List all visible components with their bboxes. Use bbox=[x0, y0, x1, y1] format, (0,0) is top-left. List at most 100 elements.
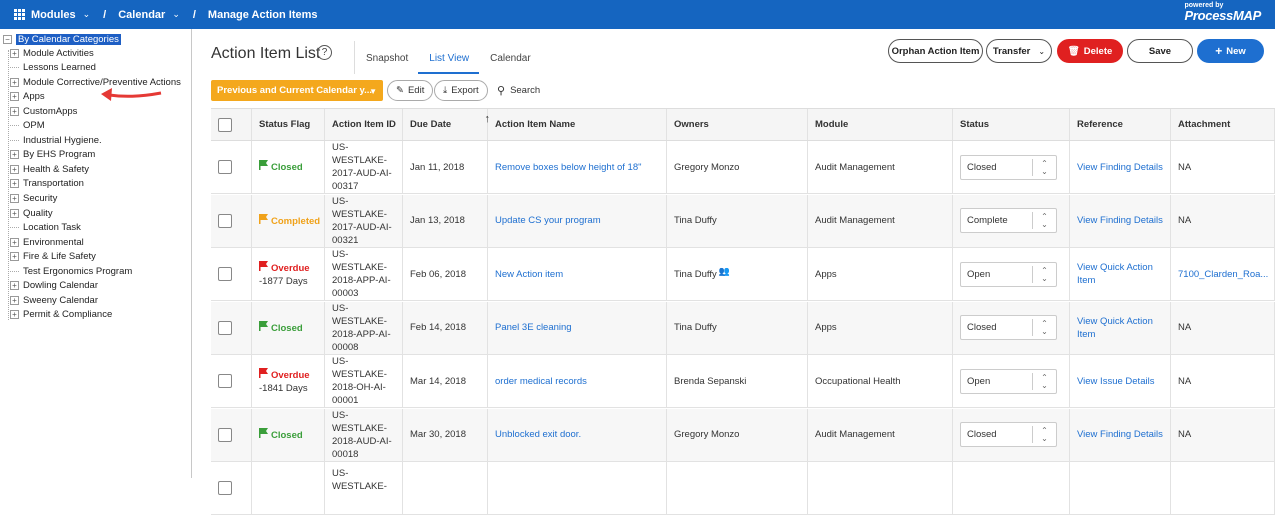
action-item-name-link[interactable]: Update CS your program bbox=[488, 194, 667, 247]
tree-item[interactable]: + Health & Safety bbox=[10, 162, 89, 176]
status-select[interactable]: Open ⌃ ⌄ bbox=[960, 261, 1057, 287]
tree-item[interactable]: + Transportation bbox=[10, 177, 84, 191]
calendar-year-filter-select[interactable]: Previous and Current Calendar y... ▼ bbox=[211, 80, 383, 101]
expand-icon[interactable]: + bbox=[10, 77, 19, 87]
row-checkbox[interactable] bbox=[218, 427, 232, 442]
tree-root[interactable]: − By Calendar Categories bbox=[3, 32, 121, 46]
expand-icon[interactable]: + bbox=[10, 310, 19, 320]
row-checkbox[interactable] bbox=[218, 374, 232, 388]
new-button[interactable]: + New bbox=[1197, 39, 1264, 63]
column-header[interactable]: Module bbox=[808, 109, 953, 140]
tree-item[interactable]: + By EHS Program bbox=[10, 148, 95, 162]
expand-icon[interactable]: + bbox=[10, 179, 19, 189]
table-row[interactable]: US-WESTLAKE- bbox=[211, 462, 1275, 515]
expand-icon[interactable]: + bbox=[10, 164, 19, 174]
status-select[interactable]: Complete ⌃ ⌄ bbox=[960, 208, 1057, 233]
tree-item[interactable]: Test Ergonomics Program bbox=[10, 264, 132, 278]
reference-link[interactable]: View Finding Details bbox=[1070, 408, 1171, 461]
orphan-action-item-button[interactable]: Orphan Action Item bbox=[888, 39, 983, 63]
save-button[interactable]: Save bbox=[1127, 39, 1193, 63]
row-checkbox[interactable] bbox=[218, 213, 232, 228]
status-select[interactable]: Open ⌃ ⌄ bbox=[960, 368, 1057, 394]
expand-icon[interactable]: + bbox=[10, 281, 19, 291]
tree-item-label: Industrial Hygiene. bbox=[23, 134, 102, 146]
search-button[interactable]: ⚲ Search bbox=[497, 84, 540, 97]
tree-item[interactable]: + Permit & Compliance bbox=[10, 308, 112, 322]
column-header[interactable]: Owners bbox=[667, 109, 808, 140]
tree-item[interactable]: + CustomApps bbox=[10, 104, 77, 118]
tree-item[interactable]: Location Task bbox=[10, 221, 81, 235]
apps-grid-icon[interactable] bbox=[14, 9, 25, 20]
action-item-name-link[interactable]: Panel 3E cleaning bbox=[488, 301, 667, 354]
action-item-name-link[interactable]: order medical records bbox=[488, 355, 667, 407]
table-row[interactable]: Closed US-WESTLAKE- 2018-AUD-AI- 00018 Mar… bbox=[211, 408, 1275, 462]
reference-link[interactable]: View Finding Details bbox=[1070, 194, 1171, 247]
expand-icon[interactable]: + bbox=[10, 295, 19, 305]
edit-button[interactable]: ✎ Edit bbox=[387, 80, 434, 101]
table-row[interactable]: Overdue -1877 Days US-WESTLAKE- 2018-APP-A… bbox=[211, 248, 1275, 301]
delete-button[interactable]: 🗑 Delete bbox=[1057, 39, 1123, 63]
reference-link[interactable] bbox=[1070, 462, 1171, 514]
tab-list-view[interactable]: List View bbox=[418, 41, 480, 74]
table-row[interactable]: Overdue -1841 Days US-WESTLAKE- 2018-OH-AI… bbox=[211, 355, 1275, 408]
expand-icon[interactable]: + bbox=[10, 150, 19, 160]
column-header[interactable]: Due Date ↑ bbox=[403, 109, 490, 140]
status-select[interactable]: Closed ⌃ ⌄ bbox=[960, 422, 1057, 447]
row-checkbox[interactable] bbox=[218, 481, 232, 495]
export-button[interactable]: ⤓ Export bbox=[434, 80, 488, 101]
expand-icon[interactable]: + bbox=[10, 48, 19, 58]
tree-item[interactable]: + Quality bbox=[10, 206, 53, 220]
action-item-name-link[interactable] bbox=[488, 462, 667, 514]
transfer-button[interactable]: Transfer ⌄ bbox=[986, 39, 1052, 63]
tree-item[interactable]: + Sweeny Calendar bbox=[10, 293, 98, 307]
table-row[interactable]: Closed US-WESTLAKE- 2018-APP-AI- 00008 Feb… bbox=[211, 301, 1275, 355]
status-flag-label: Closed bbox=[271, 162, 303, 173]
tab-snapshot[interactable]: Snapshot bbox=[355, 41, 418, 74]
tree-item[interactable]: + Security bbox=[10, 192, 57, 206]
action-item-name-link[interactable]: New Action item bbox=[488, 248, 667, 300]
tree-item[interactable]: Industrial Hygiene. bbox=[10, 133, 102, 147]
expand-icon[interactable]: + bbox=[10, 92, 19, 102]
tree-item[interactable]: OPM bbox=[10, 119, 45, 133]
tree-item[interactable]: + Dowling Calendar bbox=[10, 279, 98, 293]
tab-calendar[interactable]: Calendar bbox=[479, 41, 541, 74]
pencil-icon: ✎ bbox=[396, 85, 404, 96]
reference-link[interactable]: View Issue Details bbox=[1070, 355, 1171, 407]
table-row[interactable]: Completed US-WESTLAKE- 2017-AUD-AI- 00321… bbox=[211, 194, 1275, 248]
column-header[interactable]: Action Item ID bbox=[325, 109, 403, 140]
tree-item[interactable]: + Module Activities bbox=[10, 46, 94, 60]
expand-icon[interactable]: + bbox=[10, 252, 19, 262]
column-header[interactable]: Reference bbox=[1070, 109, 1171, 140]
action-item-name-link[interactable]: Unblocked exit door. bbox=[488, 408, 667, 461]
action-item-name-link[interactable]: Remove boxes below height of 18" bbox=[488, 141, 667, 193]
tree-item[interactable]: Lessons Learned bbox=[10, 61, 96, 75]
reference-link[interactable]: View Finding Details bbox=[1070, 141, 1171, 193]
select-all-checkbox[interactable] bbox=[218, 117, 232, 132]
breadcrumb-modules[interactable]: Modules ⌄ bbox=[31, 9, 90, 21]
column-header[interactable]: Attachment bbox=[1171, 109, 1275, 140]
row-checkbox[interactable] bbox=[218, 267, 232, 281]
column-header[interactable]: Action Item Name bbox=[488, 109, 667, 140]
users-icon[interactable]: 👥 bbox=[719, 266, 730, 277]
expand-icon[interactable]: + bbox=[10, 194, 19, 203]
status-select[interactable]: Closed ⌃ ⌄ bbox=[960, 315, 1057, 340]
attachment[interactable]: 7100_Clarden_Roa... bbox=[1171, 248, 1275, 300]
table-row[interactable]: Closed US-WESTLAKE- 2017-AUD-AI- 00317 Jan… bbox=[211, 141, 1275, 194]
tree-item[interactable]: + Fire & Life Safety bbox=[10, 250, 96, 264]
column-header[interactable]: Status Flag bbox=[252, 109, 325, 140]
flag-icon bbox=[259, 160, 268, 174]
tree-item[interactable]: + Environmental bbox=[10, 235, 84, 249]
breadcrumb-calendar[interactable]: Calendar ⌄ bbox=[118, 9, 180, 21]
reference-link[interactable]: View Quick Action Item bbox=[1070, 248, 1171, 300]
expand-icon[interactable]: + bbox=[10, 237, 19, 247]
reference-link[interactable]: View Quick Action Item bbox=[1070, 301, 1171, 354]
status-select[interactable]: Closed ⌃ ⌄ bbox=[960, 154, 1057, 180]
row-checkbox[interactable] bbox=[218, 320, 232, 335]
collapse-icon[interactable]: − bbox=[3, 34, 12, 44]
expand-icon[interactable]: + bbox=[10, 208, 19, 218]
row-checkbox[interactable] bbox=[218, 160, 232, 174]
tree-item[interactable]: + Apps bbox=[10, 90, 45, 104]
column-header[interactable]: Status bbox=[953, 109, 1070, 140]
help-icon[interactable]: ? bbox=[317, 45, 332, 60]
expand-icon[interactable]: + bbox=[10, 106, 19, 116]
